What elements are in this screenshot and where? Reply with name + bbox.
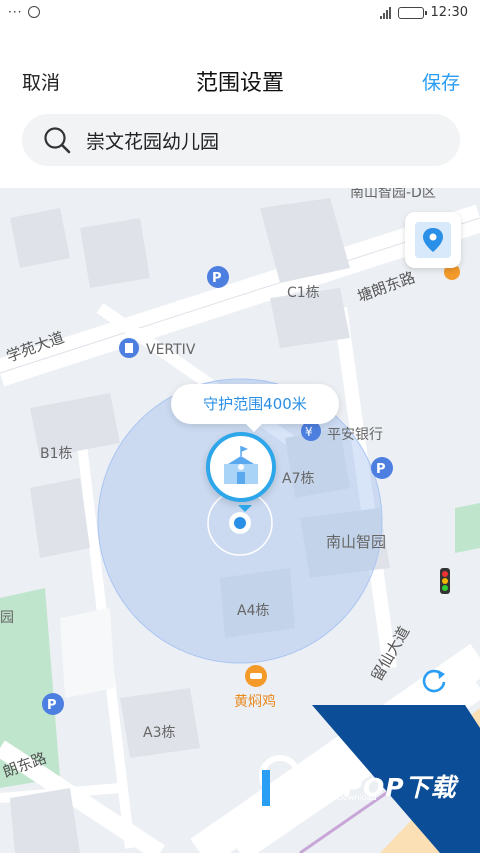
- map-view[interactable]: P P P ¥ 南山智园-D区 塘朗东路 C1栋 学苑大道 VERTIV 平安银…: [0, 188, 480, 853]
- status-bar: ··· 12:30: [0, 0, 480, 28]
- map-label-b1: B1栋: [40, 446, 73, 462]
- more-notifications-icon: ···: [8, 5, 23, 19]
- map-label-nanshan-zhiyuan: 南山智园: [326, 533, 387, 551]
- search-input[interactable]: 崇文花园幼儿园: [86, 127, 219, 154]
- school-icon: [224, 446, 258, 484]
- svg-text:P: P: [212, 271, 222, 286]
- locate-button[interactable]: [405, 212, 461, 268]
- food-icon: [245, 665, 267, 687]
- top-header: 取消 范围设置 保存 崇文花园幼儿园: [0, 28, 480, 188]
- map-label-vertiv: VERTIV: [146, 342, 196, 358]
- status-left: ···: [8, 5, 41, 19]
- refresh-button[interactable]: [420, 666, 448, 694]
- save-button[interactable]: 保存: [422, 68, 460, 95]
- svg-text:P: P: [376, 462, 386, 477]
- status-time: 12:30: [430, 5, 468, 20]
- map-label-pingan: 平安银行: [327, 427, 383, 443]
- bank-icon: ¥: [301, 421, 321, 441]
- map-label-building-top: 南山智园-D区: [350, 188, 436, 201]
- traffic-light-icon: [440, 568, 450, 594]
- map-label-huangmenji: 黄焖鸡: [234, 694, 276, 710]
- message-icon: [28, 6, 41, 18]
- refresh-icon: [422, 669, 446, 693]
- parking-icon: P: [42, 693, 64, 715]
- school-marker[interactable]: [206, 432, 276, 512]
- parking-icon: P: [207, 266, 229, 288]
- page-title: 范围设置: [195, 71, 284, 96]
- map-label-a4: A4栋: [237, 603, 270, 619]
- map-label-yuan: 园: [0, 610, 14, 626]
- map-label-a7: A7栋: [282, 471, 315, 487]
- search-icon: [44, 127, 71, 154]
- map-label-a3: A3栋: [143, 725, 176, 741]
- parking-icon: P: [371, 457, 393, 479]
- building-icon: [119, 338, 139, 358]
- svg-text:P: P: [47, 698, 57, 713]
- signal-icon: [379, 6, 391, 19]
- range-label: 守护范围400米: [171, 384, 339, 432]
- status-right: 12:30: [379, 5, 468, 20]
- search-bar[interactable]: 崇文花园幼儿园: [22, 114, 460, 166]
- locate-icon: [415, 222, 451, 258]
- svg-text:¥: ¥: [305, 425, 313, 439]
- battery-icon: [397, 6, 427, 19]
- map-label-c1: C1栋: [287, 285, 320, 301]
